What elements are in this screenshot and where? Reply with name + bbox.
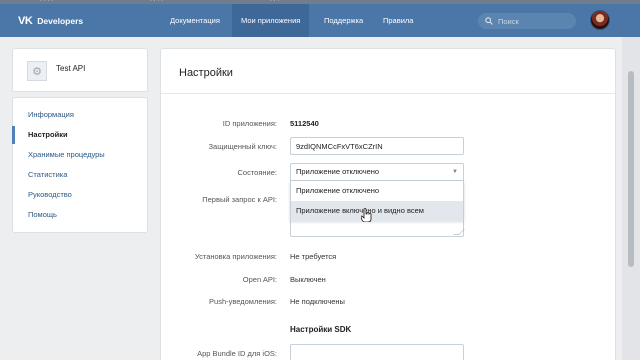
state-select[interactable]: Приложение отключено ▼ [290, 163, 464, 181]
push-label: Push-уведомления: [209, 297, 277, 306]
top-navigation-bar: VK Developers Документация Мои приложени… [0, 4, 640, 37]
chevron-down-icon: ▼ [452, 169, 458, 175]
bundle-id-label: App Bundle ID для iOS: [197, 349, 277, 358]
sidebar-item-settings[interactable]: Настройки [12, 125, 147, 145]
gear-icon: ⚙ [27, 61, 47, 81]
resize-handle-icon[interactable] [453, 229, 465, 235]
vk-logo-icon: VK [18, 15, 33, 27]
divider [161, 93, 615, 94]
search-icon [485, 17, 493, 25]
state-select-value: Приложение отключено [296, 167, 380, 176]
secret-key-field[interactable] [290, 137, 464, 155]
state-option-enabled[interactable]: Приложение включено и видно всем [291, 201, 463, 221]
hand-cursor-icon [361, 208, 372, 222]
nav-my-apps[interactable]: Мои приложения [232, 4, 310, 37]
open-api-label: Open API: [242, 275, 277, 284]
search-box[interactable] [478, 13, 576, 29]
logo-text: Developers [37, 16, 84, 26]
state-label: Состояние: [237, 168, 277, 177]
search-input[interactable] [498, 16, 568, 26]
open-api-value: Выключен [290, 275, 326, 284]
sidebar-item-guide[interactable]: Руководство [13, 185, 147, 205]
window-scrollbar[interactable] [622, 37, 640, 360]
app-name: Test API [56, 64, 86, 73]
scrollbar-thumb[interactable] [628, 71, 634, 267]
vk-developers-logo[interactable]: VK Developers [18, 15, 83, 27]
nav-rules[interactable]: Правила [374, 4, 422, 37]
install-label: Установка приложения: [194, 252, 277, 261]
install-value: Не требуется [290, 252, 337, 261]
app-id-label: ID приложения: [222, 119, 277, 128]
app-id-value: 5112540 [290, 119, 319, 128]
sidebar-item-statistics[interactable]: Статистика [13, 165, 147, 185]
first-request-label: Первый запрос к API: [202, 195, 277, 204]
sidebar-menu: Информация Настройки Хранимые процедуры … [12, 97, 148, 233]
user-avatar[interactable] [590, 10, 610, 30]
sidebar-item-info[interactable]: Информация [13, 105, 147, 125]
secret-key-label: Защищенный ключ: [208, 142, 277, 151]
push-value: Не подключены [290, 297, 345, 306]
app-card: ⚙ Test API [12, 48, 148, 92]
state-dropdown-menu: Приложение отключено Приложение включено… [290, 181, 464, 221]
nav-documentation[interactable]: Документация [161, 4, 229, 37]
state-option-disabled[interactable]: Приложение отключено [291, 181, 463, 201]
sidebar-item-stored-procedures[interactable]: Хранимые процедуры [13, 145, 147, 165]
sidebar-item-help[interactable]: Помощь [13, 205, 147, 225]
page-title: Настройки [179, 67, 233, 79]
nav-support[interactable]: Поддержка [315, 4, 372, 37]
settings-card: Настройки ID приложения: 5112540 Защищен… [160, 48, 616, 360]
bundle-id-field[interactable] [290, 344, 464, 360]
sdk-section-title: Настройки SDK [290, 325, 352, 334]
